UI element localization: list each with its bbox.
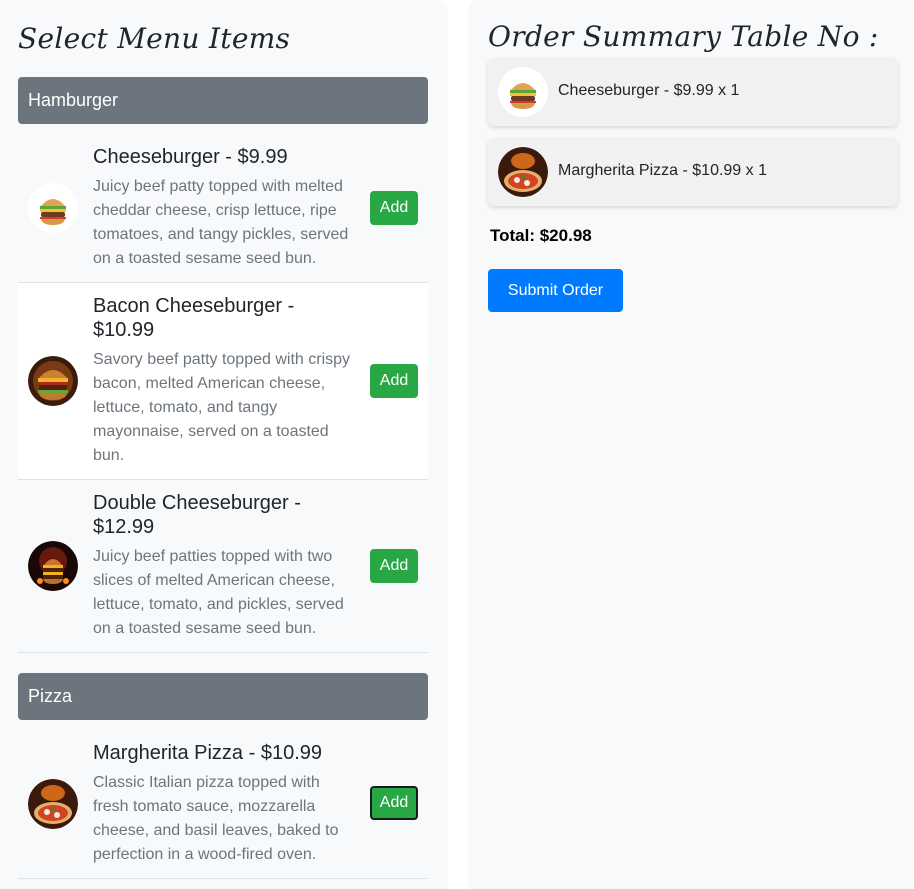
- add-bacon-cheeseburger-button[interactable]: Add: [370, 364, 418, 398]
- order-item-text: Cheeseburger - $9.99 x 1: [558, 82, 740, 99]
- add-margherita-pizza-button[interactable]: Add: [370, 786, 418, 820]
- submit-order-button[interactable]: Submit Order: [488, 269, 623, 312]
- cheeseburger-image: [28, 183, 78, 233]
- item-description: Savory beef patty topped with crispy bac…: [93, 351, 351, 464]
- category-header-hamburger: Hamburger: [18, 77, 428, 124]
- order-summary-panel: Order Summary Table No : 10 Cheeseburger…: [468, 0, 914, 889]
- double-cheeseburger-image: [28, 541, 78, 591]
- category-header-pizza: Pizza: [18, 673, 428, 720]
- menu-item-double-cheeseburger: Double Cheeseburger - $12.99 Juicy beef …: [18, 480, 428, 653]
- item-description: Juicy beef patties topped with two slice…: [93, 548, 344, 637]
- item-name: Double Cheeseburger - $12.99: [93, 492, 301, 538]
- cheeseburger-image: [498, 67, 548, 117]
- margherita-pizza-image: [28, 779, 78, 829]
- item-description: Classic Italian pizza topped with fresh …: [93, 774, 339, 863]
- order-total: Total: $20.98: [490, 226, 592, 245]
- menu-item-cheeseburger: Cheeseburger - $9.99 Juicy beef patty to…: [18, 132, 428, 283]
- order-item-margherita-pizza: Margherita Pizza - $10.99 x 1: [488, 138, 898, 206]
- menu-item-margherita-pizza: Margherita Pizza - $10.99 Classic Italia…: [18, 728, 428, 879]
- item-name: Cheeseburger - $9.99: [93, 146, 288, 168]
- item-name: Bacon Cheeseburger - $10.99: [93, 295, 295, 341]
- menu-title: Select Menu Items: [18, 22, 291, 55]
- menu-item-bacon-cheeseburger: Bacon Cheeseburger - $10.99 Savory beef …: [18, 283, 428, 480]
- item-description: Juicy beef patty topped with melted ched…: [93, 178, 349, 267]
- margherita-pizza-image: [498, 147, 548, 197]
- menu-panel: Select Menu Items Hamburger Cheeseburger…: [0, 0, 448, 889]
- item-name: Margherita Pizza - $10.99: [93, 742, 323, 764]
- add-double-cheeseburger-button[interactable]: Add: [370, 549, 418, 583]
- order-item-text: Margherita Pizza - $10.99 x 1: [558, 162, 767, 179]
- order-item-cheeseburger: Cheeseburger - $9.99 x 1: [488, 58, 898, 126]
- add-cheeseburger-button[interactable]: Add: [370, 191, 418, 225]
- bacon-cheeseburger-image: [28, 356, 78, 406]
